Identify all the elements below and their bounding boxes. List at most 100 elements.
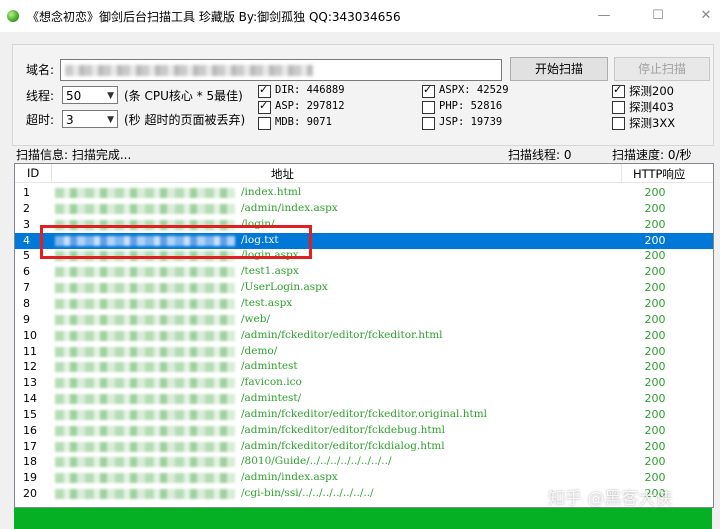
row-id: 9 — [23, 312, 30, 326]
row-http-code: 200 — [644, 233, 666, 247]
row-http-code: 200 — [644, 455, 666, 469]
table-row[interactable]: 8/test.aspx 200 — [15, 296, 713, 312]
threads-select[interactable]: 50 ▼ — [62, 86, 118, 104]
domain-label: 域名: — [26, 63, 55, 77]
row-id: 16 — [23, 423, 37, 437]
jsp-label: JSP: 19739 — [439, 116, 503, 128]
row-id: 20 — [23, 487, 37, 501]
row-id: 5 — [23, 249, 30, 263]
row-id: 7 — [23, 281, 30, 295]
redacted-host — [55, 394, 235, 405]
redacted-domain — [65, 65, 313, 76]
row-id: 2 — [23, 201, 30, 215]
highlight-box — [40, 225, 312, 259]
row-address: /admin/index.aspx — [241, 201, 338, 214]
maximize-button[interactable]: ☐ — [646, 6, 670, 26]
redacted-host — [55, 473, 235, 484]
redacted-host — [55, 298, 235, 309]
chevron-down-icon: ▼ — [107, 91, 114, 101]
probe-3xx-label: 探测3XX — [629, 116, 676, 130]
asp-checkbox[interactable] — [258, 99, 271, 114]
row-http-code: 200 — [644, 201, 666, 215]
table-row[interactable]: 7/UserLogin.aspx 200 — [15, 280, 713, 296]
row-http-code: 200 — [644, 376, 666, 390]
redacted-host — [55, 378, 235, 389]
row-address: /admin/index.aspx — [241, 471, 338, 484]
table-row[interactable]: 15/admin/fckeditor/editor/fckeditor.orig… — [15, 407, 713, 423]
row-http-code: 200 — [644, 407, 666, 421]
threads-hint: (条 CPU核心 * 5最佳) — [124, 89, 243, 103]
asp-label: ASP: 297812 — [275, 100, 345, 112]
mdb-checkbox[interactable] — [258, 117, 271, 130]
table-row[interactable]: 11/demo/200 — [15, 344, 713, 360]
row-address: /web/ — [241, 312, 270, 325]
table-row[interactable]: 18/8010/Guide/../../../../../../../../ 20… — [15, 454, 713, 470]
table-row[interactable]: 6/test1.aspx 200 — [15, 264, 713, 280]
redacted-host — [55, 489, 235, 500]
dir-label: DIR: 446889 — [275, 84, 345, 96]
row-id: 4 — [23, 233, 30, 247]
probe-403-label: 探测403 — [629, 100, 674, 114]
column-id[interactable]: ID — [27, 166, 39, 180]
table-row[interactable]: 14/admintest/200 — [15, 391, 713, 407]
timeout-label: 超时: — [26, 113, 55, 127]
column-divider[interactable] — [621, 164, 622, 182]
row-address: /admin/fckeditor/editor/fckdebug.html — [241, 423, 445, 436]
threads-value: 50 — [66, 89, 82, 103]
row-id: 6 — [23, 265, 30, 279]
row-address: /cgi-bin/ssi/../../../../../../../ — [241, 487, 374, 500]
table-row[interactable]: 16/admin/fckeditor/editor/fckdebug.html 2… — [15, 423, 713, 439]
row-address: /admin/fckeditor/editor/fckdialog.html — [241, 439, 445, 452]
php-checkbox[interactable] — [422, 101, 435, 114]
table-row[interactable]: 9/web/200 — [15, 312, 713, 328]
probe-200-label: 探测200 — [629, 84, 674, 98]
aspx-checkbox[interactable] — [422, 83, 435, 98]
app-icon — [7, 10, 19, 22]
jsp-checkbox[interactable] — [422, 117, 435, 130]
probe-3xx-checkbox[interactable] — [612, 117, 625, 130]
dir-checkbox[interactable] — [258, 83, 271, 98]
start-scan-button[interactable]: 开始扫描 — [510, 57, 608, 81]
redacted-host — [55, 330, 235, 341]
row-id: 11 — [23, 344, 37, 358]
row-http-code: 200 — [644, 296, 666, 310]
row-id: 19 — [23, 471, 37, 485]
row-id: 8 — [23, 296, 30, 310]
timeout-select[interactable]: 3 ▼ — [62, 110, 118, 128]
table-row[interactable]: 2/admin/index.aspx 200 — [15, 201, 713, 217]
table-row[interactable]: 12/admintest 200 — [15, 359, 713, 375]
timeout-hint: (秒 超时的页面被丢弃) — [124, 113, 246, 127]
row-http-code: 200 — [644, 281, 666, 295]
row-address: /admintest/ — [241, 392, 302, 405]
row-id: 10 — [23, 328, 37, 342]
redacted-host — [55, 267, 235, 278]
stop-scan-button[interactable]: 停止扫描 — [614, 57, 710, 81]
table-row[interactable]: 13/favicon.ico 200 — [15, 375, 713, 391]
row-address: /8010/Guide/../../../../../../../../ — [241, 455, 392, 468]
row-http-code: 200 — [644, 249, 666, 263]
row-http-code: 200 — [644, 312, 666, 326]
column-address[interactable]: 地址 — [271, 166, 294, 182]
row-id: 13 — [23, 376, 37, 390]
results-table[interactable]: ID 地址 HTTP响应 1/index.html 200 2/admin/inde… — [14, 163, 714, 508]
minimize-button[interactable]: — — [592, 6, 616, 26]
watermark: 知乎 @黑客大侠 — [548, 489, 673, 509]
title-bar: 《想念初恋》御剑后台扫描工具 珍藏版 By:御剑孤独 QQ:343034656 … — [0, 0, 720, 32]
table-row[interactable]: 17/admin/fckeditor/editor/fckdialog.html… — [15, 439, 713, 455]
redacted-host — [55, 457, 235, 468]
chevron-down-icon: ▼ — [107, 115, 114, 125]
table-row[interactable]: 10/admin/fckeditor/editor/fckeditor.html… — [15, 328, 713, 344]
probe-403-checkbox[interactable] — [612, 101, 625, 114]
column-http-response[interactable]: HTTP响应 — [633, 166, 685, 182]
table-header: ID 地址 HTTP响应 — [15, 164, 713, 183]
row-id: 12 — [23, 360, 37, 374]
timeout-value: 3 — [66, 113, 74, 127]
row-http-code: 200 — [644, 423, 666, 437]
close-button[interactable]: ✕ — [694, 6, 718, 26]
domain-input[interactable] — [60, 59, 502, 81]
column-divider[interactable] — [51, 164, 52, 182]
redacted-host — [55, 314, 235, 325]
probe-200-checkbox[interactable] — [612, 83, 625, 98]
table-row[interactable]: 1/index.html 200 — [15, 185, 713, 201]
row-http-code: 200 — [644, 471, 666, 485]
